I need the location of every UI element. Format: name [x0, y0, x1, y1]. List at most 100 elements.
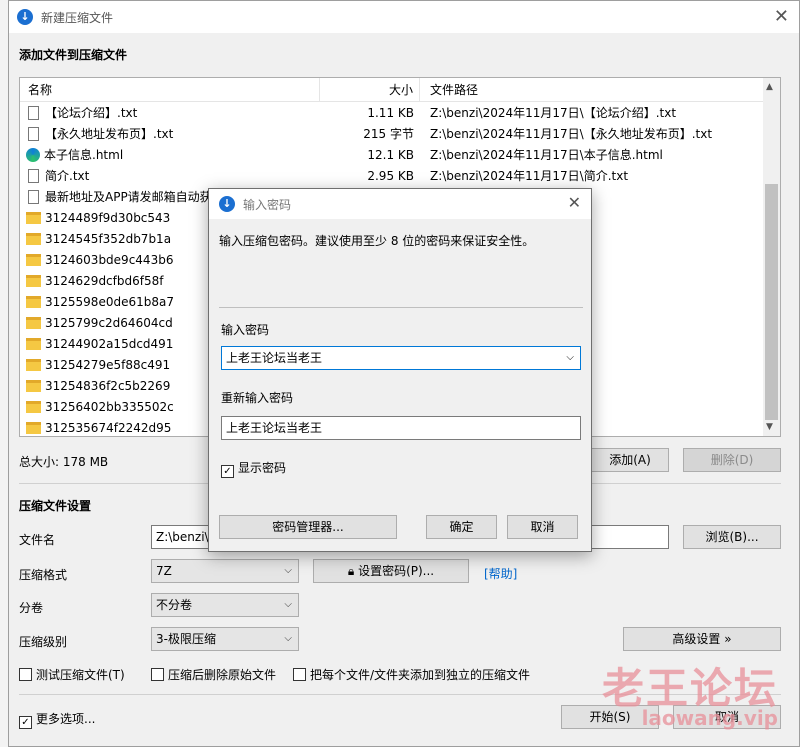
table-row[interactable]: 简介.txt 2.95 KB Z:\benzi\2024年11月17日\简介.txt	[20, 165, 780, 186]
scroll-thumb[interactable]	[765, 184, 778, 420]
row-size: 12.1 KB	[367, 147, 414, 162]
app-logo-icon: ↓	[17, 9, 33, 25]
password-manager-button[interactable]: 密码管理器...	[219, 515, 397, 539]
table-row[interactable]: 【永久地址发布页】.txt 215 字节 Z:\benzi\2024年11月17日\…	[20, 123, 780, 144]
folder-icon	[26, 421, 41, 434]
delete-after-checkbox[interactable]: 压缩后删除原始文件	[151, 666, 276, 683]
row-path: Z:\benzi\2024年11月17日\【永久地址发布页】.txt	[430, 127, 713, 141]
password-input[interactable]: 上老王论坛当老王 ⌵	[221, 346, 581, 370]
total-size: 总大小: 178 MB	[19, 455, 109, 469]
row-name-text: 3124545f352db7b1a	[45, 231, 172, 246]
column-path[interactable]: 文件路径	[420, 78, 760, 102]
test-checkbox[interactable]: 测试压缩文件(T)	[19, 666, 125, 683]
lock-icon: 🔒︎	[347, 564, 355, 578]
folder-icon	[26, 211, 41, 224]
row-name-text: 3124629dcfbd6f58f	[45, 273, 164, 288]
filename-label: 文件名	[19, 533, 56, 547]
vertical-scrollbar[interactable]: ▲ ▼	[763, 78, 780, 436]
row-name: 本子信息.html	[20, 146, 320, 163]
row-name: 简介.txt	[20, 167, 320, 184]
advanced-settings-button[interactable]: 高级设置 »	[623, 627, 781, 651]
checkbox-box[interactable]	[293, 668, 306, 681]
table-row[interactable]: 本子信息.html 12.1 KB Z:\benzi\2024年11月17日\本子信…	[20, 144, 780, 165]
folder-icon	[26, 232, 41, 245]
show-password-label: 显示密码	[238, 461, 287, 475]
set-password-label: 设置密码(P)...	[358, 564, 435, 578]
row-name: 【永久地址发布页】.txt	[20, 125, 320, 142]
checkbox-box[interactable]	[151, 668, 164, 681]
window-title: 新建压缩文件	[41, 10, 114, 25]
add-button[interactable]: 添加(A)	[591, 448, 669, 472]
row-size: 215 字节	[363, 127, 414, 141]
chevron-down-icon: ⌵	[284, 633, 292, 644]
row-name-text: 3124489f9d30bc543	[45, 210, 171, 225]
checkbox-box[interactable]	[19, 668, 32, 681]
row-path: Z:\benzi\2024年11月17日\简介.txt	[430, 169, 629, 183]
chevron-down-icon: ⌵	[284, 565, 292, 576]
close-icon[interactable]: ✕	[568, 193, 581, 212]
row-size: 2.95 KB	[367, 168, 414, 183]
text-file-icon	[28, 126, 39, 141]
add-files-heading: 添加文件到压缩文件	[19, 48, 128, 62]
row-name-text: 31254279e5f88c491	[45, 357, 171, 372]
file-list-header: 名称 大小 文件路径	[20, 78, 780, 102]
row-name-text: 3125598e0de61b8a7	[45, 294, 174, 309]
row-name-text: 312535674f2242d95	[45, 420, 172, 435]
show-password-checkbox[interactable]: ✓ 显示密码	[221, 459, 286, 478]
set-password-button[interactable]: 🔒︎ 设置密码(P)...	[313, 559, 469, 583]
volume-value: 不分卷	[156, 598, 193, 612]
more-options-checkbox[interactable]: ✓ 更多选项...	[19, 710, 95, 729]
checkbox-box[interactable]: ✓	[221, 465, 234, 478]
volume-label: 分卷	[19, 601, 44, 615]
row-name-text: 3125799c2d64604cd	[45, 315, 173, 330]
watermark-url: laowang.vip	[641, 706, 778, 730]
password-dialog: ↓ 输入密码 ✕ 输入压缩包密码。建议使用至少 8 位的密码来保证安全性。 输入…	[208, 188, 592, 552]
folder-icon	[26, 400, 41, 413]
row-name-text: 31244902a15dcd491	[45, 336, 174, 351]
folder-icon	[26, 316, 41, 329]
table-row[interactable]: 【论坛介绍】.txt 1.11 KB Z:\benzi\2024年11月17日\【论…	[20, 102, 780, 123]
app-logo-icon: ↓	[219, 196, 235, 212]
close-icon[interactable]: ✕	[774, 6, 789, 27]
level-select[interactable]: 3-极限压缩 ⌵	[151, 627, 299, 651]
row-name-text: 本子信息.html	[44, 148, 124, 162]
row-size: 1.11 KB	[367, 105, 414, 120]
level-value: 3-极限压缩	[156, 632, 216, 646]
text-file-icon	[28, 189, 39, 204]
format-value: 7Z	[156, 564, 172, 578]
password-label: 输入密码	[221, 323, 270, 337]
chevron-down-icon: ⌵	[284, 599, 292, 610]
checkbox-box[interactable]: ✓	[19, 716, 32, 729]
separate-archives-checkbox[interactable]: 把每个文件/文件夹添加到独立的压缩文件	[293, 666, 530, 683]
column-size[interactable]: 大小	[320, 78, 420, 102]
folder-icon	[26, 274, 41, 287]
dialog-cancel-button[interactable]: 取消	[507, 515, 578, 539]
more-options-label: 更多选项...	[36, 712, 96, 726]
row-name-text: 【永久地址发布页】.txt	[45, 127, 174, 141]
delete-button[interactable]: 删除(D)	[683, 448, 781, 472]
folder-icon	[26, 358, 41, 371]
ok-button[interactable]: 确定	[426, 515, 497, 539]
text-file-icon	[28, 105, 39, 120]
help-link[interactable]: [帮助]	[484, 565, 517, 582]
separate-archives-label: 把每个文件/文件夹添加到独立的压缩文件	[310, 668, 531, 682]
row-name-text: 简介.txt	[45, 169, 90, 183]
scroll-up-icon[interactable]: ▲	[766, 82, 773, 92]
volume-select[interactable]: 不分卷 ⌵	[151, 593, 299, 617]
row-name-text: 【论坛介绍】.txt	[45, 106, 138, 120]
column-name[interactable]: 名称	[20, 78, 320, 102]
row-name-text: 3124603bde9c443b6	[45, 252, 174, 267]
level-label: 压缩级别	[19, 635, 68, 649]
divider	[219, 307, 583, 308]
format-select[interactable]: 7Z ⌵	[151, 559, 299, 583]
title-bar: ↓ 新建压缩文件	[9, 1, 799, 33]
dialog-title: 输入密码	[243, 197, 292, 212]
dialog-title-bar: ↓ 输入密码	[209, 189, 591, 219]
folder-icon	[26, 295, 41, 308]
format-label: 压缩格式	[19, 568, 68, 582]
delete-after-label: 压缩后删除原始文件	[168, 668, 277, 682]
chevron-down-icon[interactable]: ⌵	[566, 347, 574, 369]
scroll-down-icon[interactable]: ▼	[766, 422, 773, 432]
confirm-password-input[interactable]: 上老王论坛当老王	[221, 416, 581, 440]
browse-button[interactable]: 浏览(B)...	[683, 525, 781, 549]
